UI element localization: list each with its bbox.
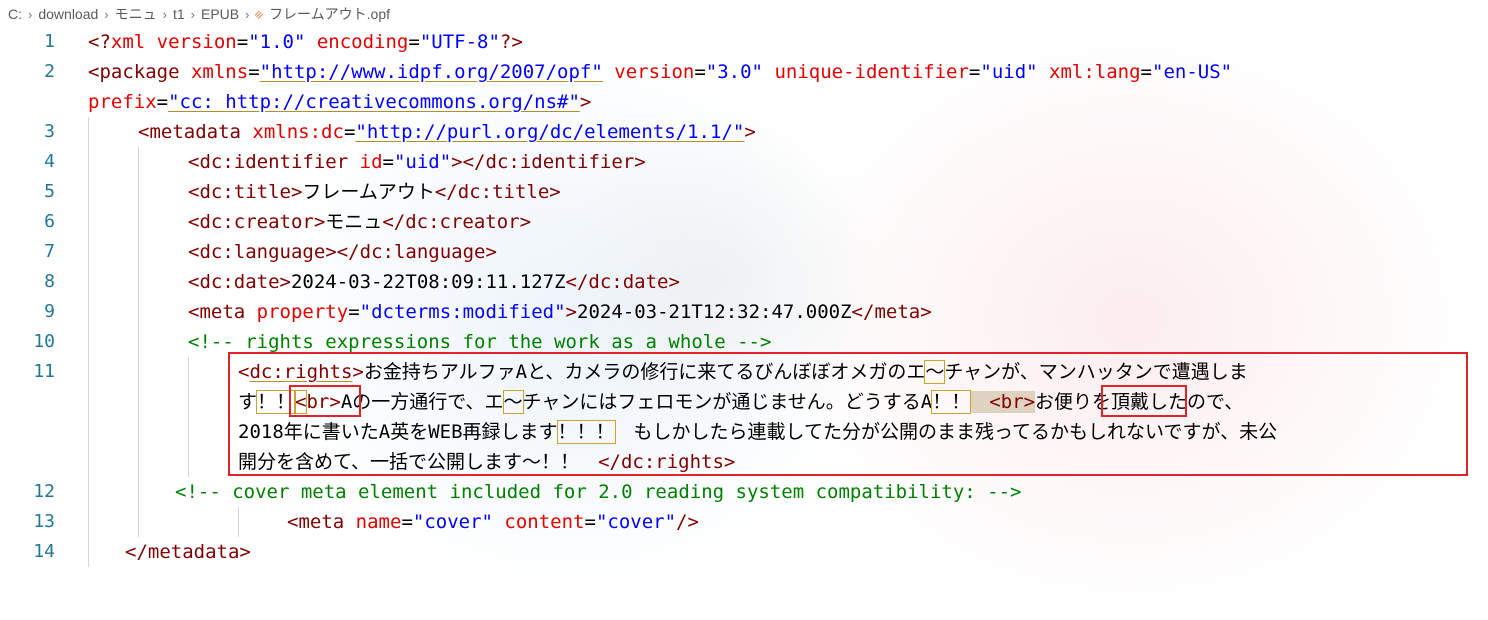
code-line: 2 <package xmlns="http://www.idpf.org/20… — [0, 57, 1488, 87]
breadcrumb-file[interactable]: フレームアウト.opf — [269, 4, 390, 24]
line-number: 2 — [44, 61, 55, 82]
breadcrumb-t1[interactable]: t1 — [173, 6, 185, 22]
line-number: 3 — [44, 121, 55, 142]
line-number: 1 — [44, 31, 55, 52]
chevron-right-icon: › — [104, 6, 109, 22]
breadcrumb-drive[interactable]: C: — [8, 6, 22, 22]
line-number: 13 — [33, 511, 55, 532]
decorative-mark — [1476, 26, 1488, 88]
chevron-right-icon: › — [245, 6, 250, 22]
chevron-right-icon: › — [28, 6, 33, 22]
code-editor[interactable]: 1 <?xml version="1.0" encoding="UTF-8"?>… — [0, 27, 1488, 567]
code-line-wrap: 開分を含めて、一括で公開します～！！ </dc:rights> — [238, 451, 736, 473]
chevron-right-icon: › — [162, 6, 167, 22]
line-number: 7 — [44, 241, 55, 262]
line-number: 9 — [44, 301, 55, 322]
breadcrumb: C: › download › モニュ › t1 › EPUB › ≡ フレーム… — [8, 3, 390, 25]
code-line: 6 <dc:creator>モニュ</dc:creator> — [0, 207, 1488, 237]
breadcrumb-epub[interactable]: EPUB — [201, 6, 239, 22]
line-number: 4 — [44, 151, 55, 172]
code-line: 9 <meta property="dcterms:modified">2024… — [0, 297, 1488, 327]
rss-file-icon: ≡ — [251, 6, 268, 22]
code-line: 1 <?xml version="1.0" encoding="UTF-8"?> — [0, 27, 1488, 57]
code-line-wrap: す！！<br>Aの一方通行で、エ～チャンにはフェロモンが通じません。どうするA！… — [238, 390, 1244, 414]
code-line: 5 <dc:title>フレームアウト</dc:title> — [0, 177, 1488, 207]
code-line: 8 <dc:date>2024-03-22T08:09:11.127Z</dc:… — [0, 267, 1488, 297]
code-line: 7 <dc:language></dc:language> — [0, 237, 1488, 267]
chevron-right-icon: › — [190, 6, 195, 22]
code-line-wrap: prefix="cc: http://creativecommons.org/n… — [88, 91, 592, 113]
code-line: 12 <!-- cover meta element included for … — [0, 477, 1488, 507]
breadcrumb-download[interactable]: download — [38, 6, 98, 22]
line-number: 12 — [33, 481, 55, 502]
code-line: 10 <!-- rights expressions for the work … — [0, 327, 1488, 357]
line-number: 8 — [44, 271, 55, 292]
code-line: 4 <dc:identifier id="uid"></dc:identifie… — [0, 147, 1488, 177]
line-number: 10 — [33, 331, 55, 352]
code-line-wrap: 2018年に書いたA英をWEB再録します！！！ もしかしたら連載してた分が公開の… — [238, 420, 1278, 444]
code-line: 11 <dc:rights>お金持ちアルファAと、カメラの修行に来てるびんぼぼオ… — [0, 357, 1488, 387]
line-number: 5 — [44, 181, 55, 202]
line-number: 6 — [44, 211, 55, 232]
line-number: 11 — [33, 361, 55, 382]
breadcrumb-monyu[interactable]: モニュ — [115, 4, 157, 24]
code-line: 13 <meta name="cover" content="cover"/> — [0, 507, 1488, 537]
code-line: 3 <metadata xmlns:dc="http://purl.org/dc… — [0, 117, 1488, 147]
